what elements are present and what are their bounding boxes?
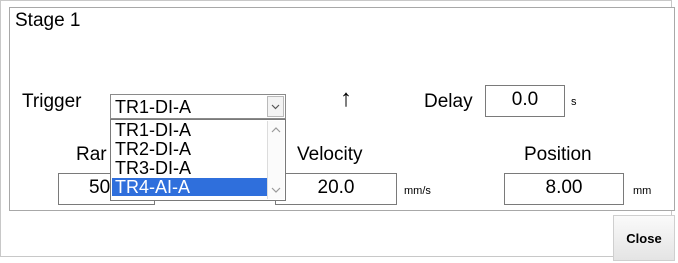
delay-unit: s — [571, 96, 577, 108]
position-field[interactable]: 8.00 — [504, 173, 624, 205]
scroll-up-icon[interactable] — [271, 125, 281, 135]
velocity-label: Velocity — [297, 144, 363, 165]
ramp-value: 50 — [89, 177, 111, 198]
trigger-label: Trigger — [22, 91, 82, 112]
velocity-unit: mm/s — [404, 185, 431, 197]
trigger-select[interactable]: TR1-DI-A — [110, 94, 286, 119]
chevron-down-icon[interactable] — [267, 96, 284, 117]
position-unit: mm — [633, 185, 652, 197]
trigger-option[interactable]: TR2-DI-A — [112, 140, 267, 158]
ramp-label: Rar — [76, 144, 107, 165]
velocity-value: 20.0 — [317, 177, 355, 198]
trigger-option[interactable]: TR3-DI-A — [112, 159, 267, 177]
stage-title: Stage 1 — [15, 10, 81, 31]
scroll-down-icon[interactable] — [271, 185, 281, 195]
velocity-field[interactable]: 20.0 — [275, 173, 397, 205]
delay-value: 0.0 — [511, 89, 539, 110]
dropdown-scrollbar[interactable] — [267, 121, 284, 199]
up-arrow-icon[interactable]: ↑ — [340, 87, 352, 111]
trigger-select-value: TR1-DI-A — [115, 97, 191, 117]
trigger-option-selected[interactable]: TR4-AI-A — [112, 178, 267, 196]
delay-field[interactable]: 0.0 — [485, 85, 565, 117]
close-button[interactable]: Close — [613, 215, 675, 261]
trigger-option[interactable]: TR1-DI-A — [112, 121, 267, 139]
position-value: 8.00 — [545, 177, 583, 198]
trigger-dropdown-list: TR1-DI-A TR2-DI-A TR3-DI-A TR4-AI-A — [110, 119, 286, 201]
stage-dialog: Stage 1 Trigger Rar 50 ↑ Delay 0.0 s Vel… — [0, 0, 675, 261]
position-label: Position — [524, 144, 592, 165]
delay-label: Delay — [424, 91, 473, 112]
